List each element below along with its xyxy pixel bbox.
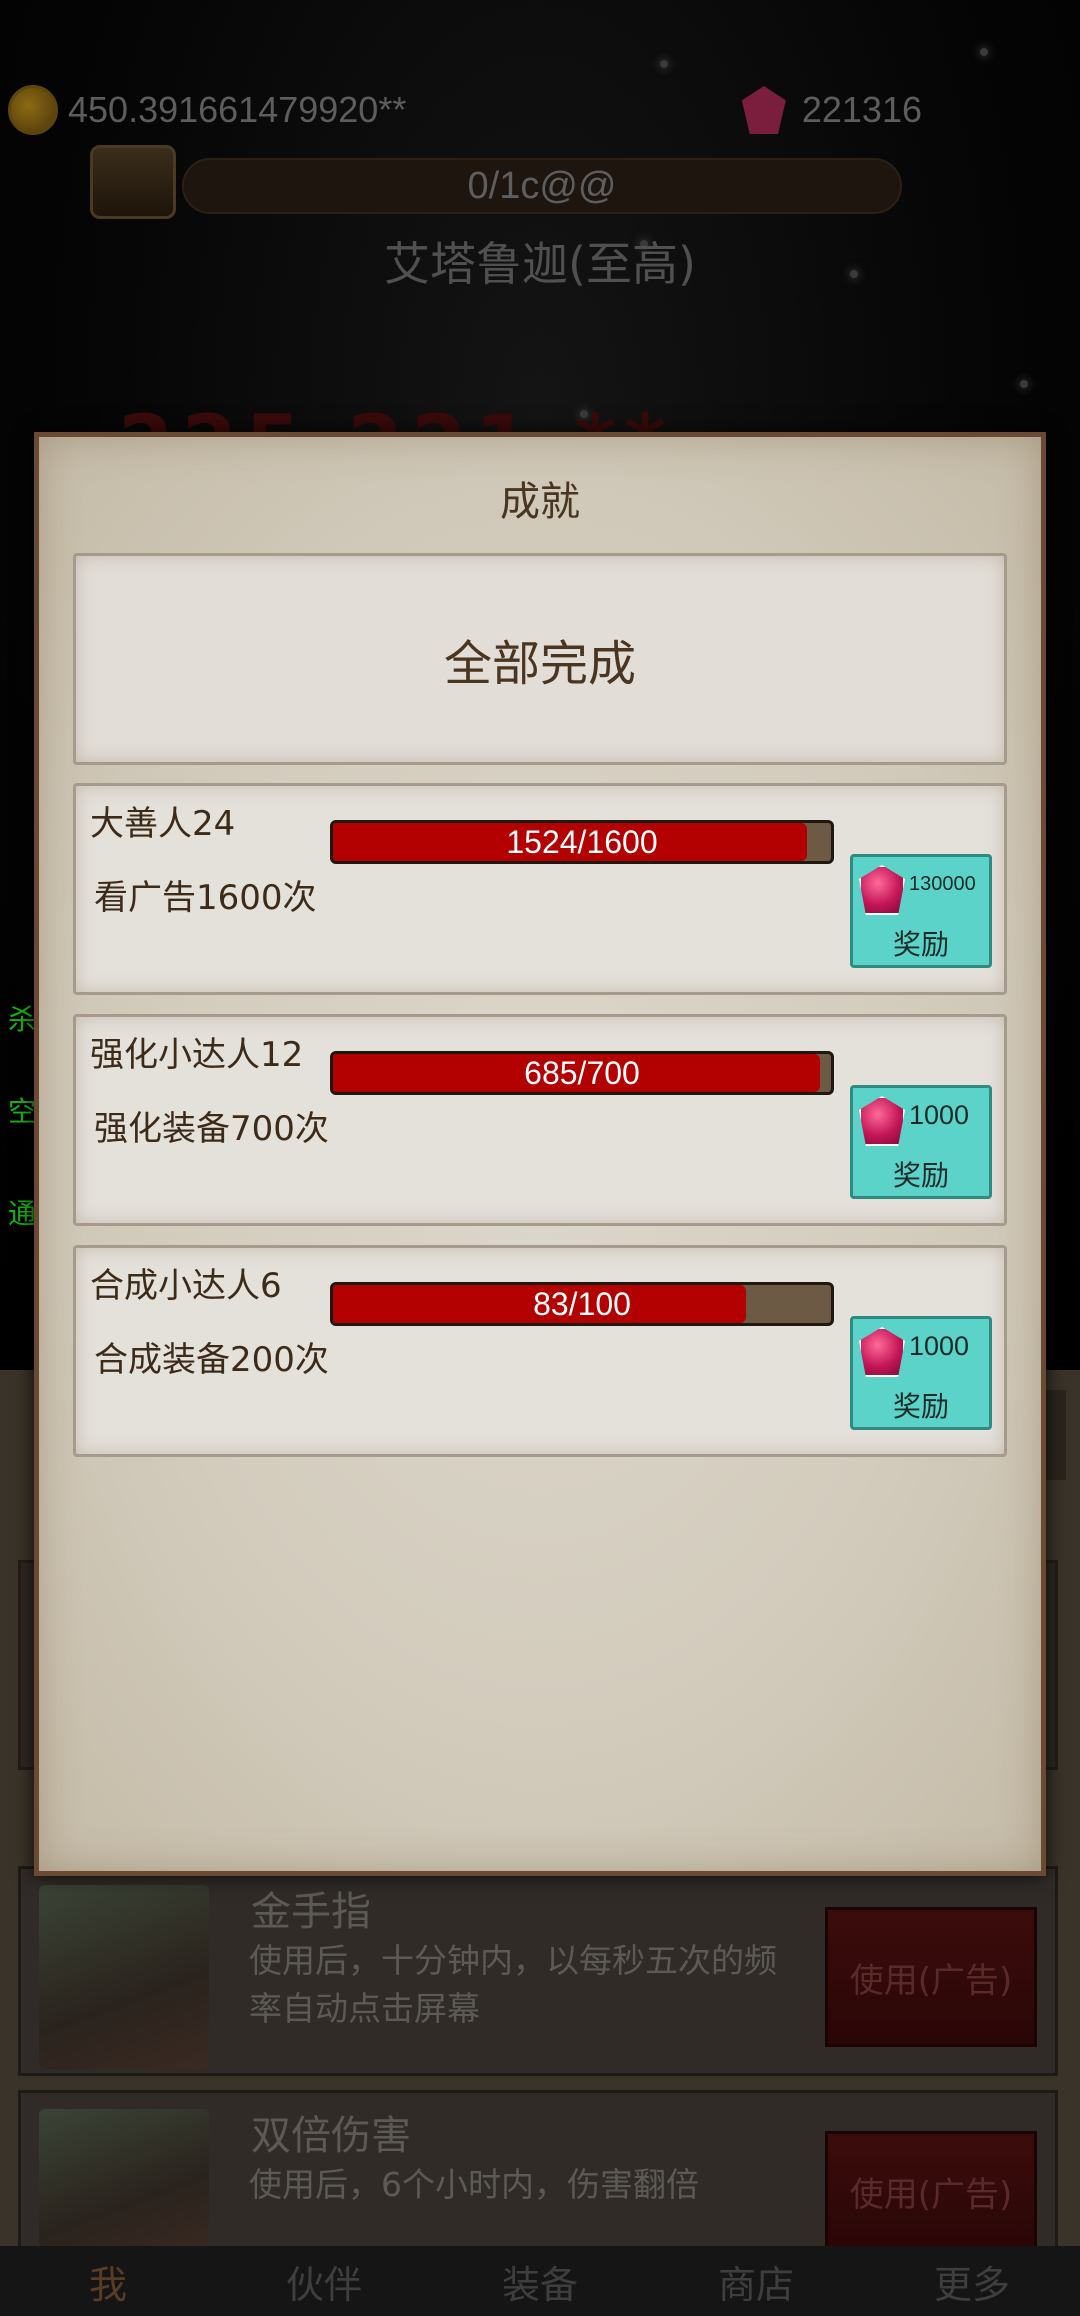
achievement-progress-text: 83/100 (533, 1285, 631, 1322)
side-label-3: 通 (8, 1197, 37, 1230)
achievement-progress-text: 1524/1600 (506, 823, 658, 860)
gem-amount: 221316 (801, 89, 922, 130)
hero-portrait-icon (39, 2109, 209, 2259)
item-title: 双倍伤害 (251, 2113, 411, 2159)
achievement-card: 合成小达人6 83/100 合成装备200次 1000 奖励 (73, 1245, 1007, 1457)
claim-reward-button[interactable]: 130000 奖励 (850, 854, 992, 968)
hero-portrait-icon (39, 1885, 209, 2069)
gem-icon (859, 1096, 905, 1146)
claim-reward-button[interactable]: 1000 奖励 (850, 1316, 992, 1430)
side-label-2: 空 (8, 1095, 37, 1128)
nav-tab-more[interactable]: 更多 (864, 2254, 1080, 2309)
achievement-progress-bar: 685/700 (330, 1051, 834, 1095)
nav-tab-equipment[interactable]: 装备 (432, 2254, 648, 2309)
reward-label: 奖励 (892, 928, 949, 961)
item-description: 使用后，6个小时内，伤害翻倍 (249, 2165, 699, 2204)
item-row-double-damage: 双倍伤害 使用后，6个小时内，伤害翻倍 使用(广告) (18, 2090, 1058, 2259)
nav-tab-me[interactable]: 我 (0, 2254, 216, 2309)
reward-amount: 130000 (909, 873, 976, 895)
item-row-golden-finger: 金手指 使用后，十分钟内，以每秒五次的频率自动点击屏幕 使用(广告) (18, 1866, 1058, 2076)
gold-coin-icon (8, 85, 58, 135)
achievement-progress-text: 685/700 (524, 1054, 640, 1091)
modal-title: 成就 (500, 479, 580, 525)
use-ad-button[interactable]: 使用(广告) (825, 2131, 1037, 2251)
nav-tab-shop[interactable]: 商店 (648, 2254, 864, 2309)
use-ad-button[interactable]: 使用(广告) (825, 1907, 1037, 2047)
claim-reward-button[interactable]: 1000 奖励 (850, 1085, 992, 1199)
nav-tab-partners[interactable]: 伙伴 (216, 2254, 432, 2309)
boss-name: 艾塔鲁迦(至高) (384, 237, 696, 291)
achievement-card: 大善人24 1524/1600 看广告1600次 130000 奖励 (73, 783, 1007, 995)
achievement-description: 看广告1600次 (94, 878, 317, 918)
achievement-name: 大善人24 (90, 804, 236, 844)
achievement-progress-bar: 83/100 (330, 1282, 834, 1326)
stage-progress-text: 0/1c@@ (467, 164, 617, 207)
gem-icon (859, 865, 905, 915)
achievement-modal: 成就 全部完成 大善人24 1524/1600 看广告1600次 130000 … (34, 432, 1046, 1876)
stage-progress-bar: 0/1c@@ (182, 158, 902, 214)
reward-amount: 1000 (909, 1100, 970, 1130)
treasure-chest-icon[interactable] (90, 145, 176, 219)
reward-amount: 1000 (909, 1331, 970, 1361)
resource-bar: 450.391661479920** 221316 (8, 80, 1040, 140)
bottom-navigation: 我 伙伴 装备 商店 更多 (0, 2246, 1080, 2316)
reward-label: 奖励 (892, 1390, 949, 1423)
item-description: 使用后，十分钟内，以每秒五次的频率自动点击屏幕 (249, 1941, 777, 2028)
achievement-description: 强化装备700次 (94, 1109, 329, 1149)
gold-amount: 450.391661479920** (68, 89, 407, 130)
complete-all-button[interactable]: 全部完成 (73, 553, 1007, 765)
achievement-description: 合成装备200次 (94, 1340, 329, 1380)
achievement-name: 合成小达人6 (90, 1266, 282, 1306)
reward-label: 奖励 (892, 1159, 949, 1192)
achievement-card: 强化小达人12 685/700 强化装备700次 1000 奖励 (73, 1014, 1007, 1226)
achievement-name: 强化小达人12 (90, 1035, 304, 1075)
gem-icon (859, 1327, 905, 1377)
achievement-progress-bar: 1524/1600 (330, 820, 834, 864)
gem-icon (741, 86, 786, 134)
side-label-1: 杀 (8, 1003, 37, 1036)
item-title: 金手指 (251, 1889, 371, 1935)
